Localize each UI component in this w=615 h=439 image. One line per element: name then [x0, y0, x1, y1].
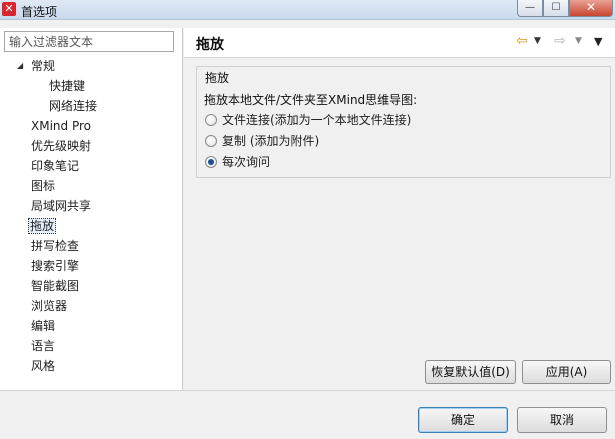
- page-title: 拖放: [196, 37, 224, 53]
- cancel-button[interactable]: 取消: [517, 407, 607, 433]
- forward-arrow-icon: ⇨: [554, 33, 566, 49]
- tree-item-xmind-pro[interactable]: XMind Pro: [31, 116, 91, 136]
- radio-label: 文件连接(添加为一个本地文件连接): [222, 113, 412, 127]
- title-bar: ✕ 首选项 — ☐ ✕: [0, 0, 615, 20]
- tree-item-style[interactable]: 风格: [31, 356, 55, 376]
- radio-file-link[interactable]: 文件连接(添加为一个本地文件连接): [205, 111, 411, 129]
- view-menu-icon[interactable]: ▼: [594, 35, 602, 48]
- preference-sidebar: ◢ 常规 快捷键 网络连接 XMind Pro 优先级映射 印象笔记 图标 局域…: [0, 28, 183, 390]
- tree-item-priority-mapping[interactable]: 优先级映射: [31, 136, 91, 156]
- tree-item-browser[interactable]: 浏览器: [31, 296, 67, 316]
- radio-label: 复制 (添加为附件): [222, 134, 320, 148]
- window-title: 首选项: [21, 5, 58, 19]
- group-title: 拖放: [205, 71, 230, 85]
- close-button[interactable]: ✕: [569, 0, 613, 17]
- radio-label: 每次询问: [222, 155, 271, 169]
- page-header: 拖放 ⇦ ▼ ⇨ ▼ ▼: [184, 28, 615, 58]
- apply-button[interactable]: 应用(A): [522, 360, 611, 384]
- back-dropdown-icon[interactable]: ▼: [534, 36, 541, 46]
- back-arrow-icon[interactable]: ⇦: [514, 34, 530, 48]
- tree-item-spell-check[interactable]: 拼写检查: [31, 236, 79, 256]
- expanded-triangle-icon[interactable]: ◢: [17, 56, 23, 76]
- ok-button[interactable]: 确定: [418, 407, 508, 433]
- filter-input[interactable]: [4, 31, 174, 52]
- tree-item-lan-sharing[interactable]: 局域网共享: [31, 196, 91, 216]
- drag-drop-group: 拖放 拖放本地文件/文件夹至XMind思维导图: 文件连接(添加为一个本地文件连…: [196, 66, 611, 178]
- tree-item-drag-drop[interactable]: 拖放: [28, 216, 57, 236]
- tree-item-evernote[interactable]: 印象笔记: [31, 156, 79, 176]
- forward-dropdown-icon: ▼: [575, 36, 582, 46]
- maximize-button[interactable]: ☐: [543, 0, 569, 17]
- restore-defaults-button[interactable]: 恢复默认值(D): [425, 360, 516, 384]
- radio-button[interactable]: [205, 113, 217, 126]
- radio-button-checked[interactable]: [205, 155, 217, 168]
- footer-divider: [0, 390, 615, 391]
- tree-item-shortcuts[interactable]: 快捷键: [49, 76, 85, 96]
- tree-item-icons[interactable]: 图标: [31, 176, 55, 196]
- radio-button[interactable]: [205, 134, 217, 147]
- tree-item-language[interactable]: 语言: [31, 336, 55, 356]
- preference-page: 拖放 ⇦ ▼ ⇨ ▼ ▼ 拖放 拖放本地文件/文件夹至XMind思维导图: 文件…: [184, 28, 615, 390]
- tree-item-general[interactable]: ◢ 常规: [17, 56, 55, 76]
- minimize-button[interactable]: —: [517, 0, 543, 17]
- tree-item-smart-capture[interactable]: 智能截图: [31, 276, 79, 296]
- group-description: 拖放本地文件/文件夹至XMind思维导图:: [204, 93, 418, 107]
- tree-item-search-engine[interactable]: 搜索引擎: [31, 256, 79, 276]
- radio-copy-attachment[interactable]: 复制 (添加为附件): [205, 132, 319, 150]
- tree-item-editing[interactable]: 编辑: [31, 316, 55, 336]
- xmind-logo-icon: ✕: [2, 2, 16, 16]
- tree-item-network[interactable]: 网络连接: [49, 96, 97, 116]
- radio-ask-every-time[interactable]: 每次询问: [205, 153, 270, 171]
